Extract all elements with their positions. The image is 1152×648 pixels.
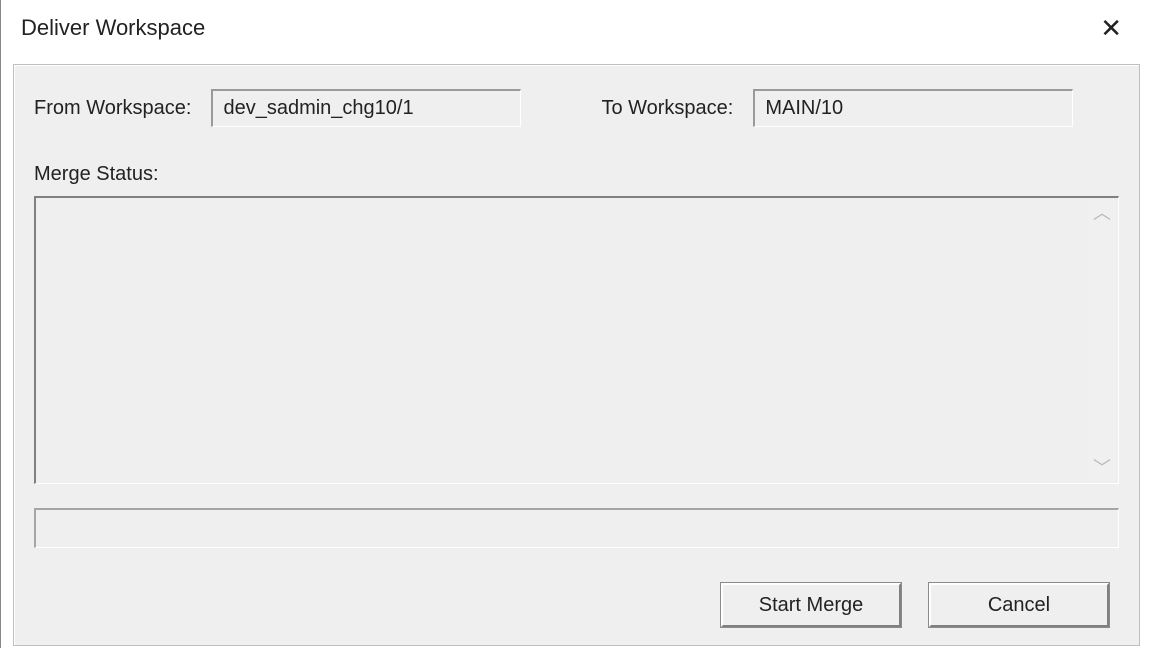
to-workspace-label: To Workspace: [601, 97, 733, 120]
merge-status-area[interactable]: ︿ ﹀ [34, 196, 1119, 484]
scrollbar[interactable]: ︿ ﹀ [1088, 200, 1116, 481]
scroll-up-icon[interactable]: ︿ [1093, 204, 1111, 222]
to-workspace-field: MAIN/10 [753, 89, 1073, 127]
deliver-workspace-dialog: Deliver Workspace ✕ From Workspace: dev_… [0, 0, 1152, 648]
merge-status-label: Merge Status: [34, 163, 1119, 186]
from-workspace-value: dev_sadmin_chg10/1 [223, 97, 413, 120]
progress-bar [34, 508, 1119, 548]
workspace-row: From Workspace: dev_sadmin_chg10/1 To Wo… [34, 89, 1119, 127]
to-workspace-value: MAIN/10 [765, 97, 843, 120]
from-workspace-label: From Workspace: [34, 97, 191, 120]
from-workspace-field: dev_sadmin_chg10/1 [211, 89, 521, 127]
close-icon[interactable]: ✕ [1090, 11, 1132, 45]
titlebar: Deliver Workspace ✕ [1, 0, 1152, 55]
cancel-button[interactable]: Cancel [929, 583, 1109, 627]
scroll-down-icon[interactable]: ﹀ [1093, 459, 1111, 477]
dialog-title: Deliver Workspace [21, 15, 205, 41]
button-row: Start Merge Cancel [721, 583, 1109, 627]
main-panel: From Workspace: dev_sadmin_chg10/1 To Wo… [13, 64, 1140, 646]
start-merge-button[interactable]: Start Merge [721, 583, 901, 627]
